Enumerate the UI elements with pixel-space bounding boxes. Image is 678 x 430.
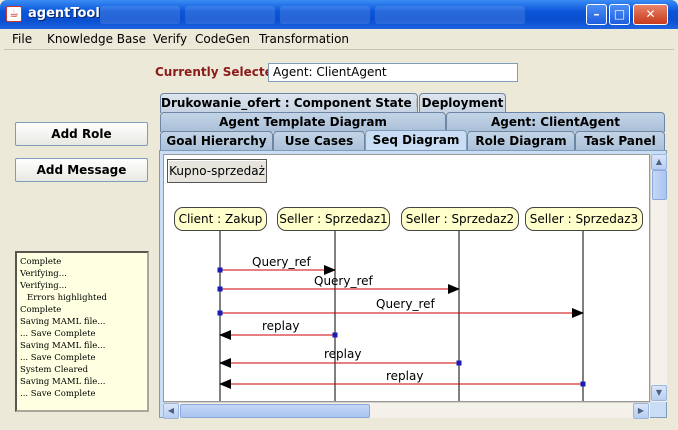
tab-role-diagram[interactable]: Role Diagram [467,131,575,151]
arrow-right-icon[interactable]: ▶ [633,403,649,419]
arrow-left-icon[interactable]: ◀ [163,403,179,419]
message-handle[interactable] [332,332,338,338]
lifeline-seller-sprzedaz3[interactable]: Seller : Sprzedaz3 [525,207,643,231]
log-line: Verifying... [20,269,67,279]
tab-use-cases[interactable]: Use Cases [273,131,365,151]
message-label: Query_ref [252,255,311,269]
message-label: replay [386,369,424,383]
arrow-up-icon[interactable]: ▲ [651,154,667,170]
maximize-icon[interactable]: □ [609,4,630,25]
menu-verify[interactable]: Verify [153,32,187,46]
sequence-diagram-canvas[interactable]: Kupno-sprzedaż Client : Zakup Seller : S… [163,154,650,402]
log-line: Saving MAML file... [20,317,106,327]
message-label: Query_ref [376,297,435,311]
minimize-icon[interactable]: – [586,4,607,25]
log-line: System Cleared [20,365,89,375]
title-bar: ☕ agentTool – □ ✕ [0,0,678,29]
java-cup-icon: ☕ [6,6,22,22]
lifeline-client-zakup[interactable]: Client : Zakup [174,207,267,231]
log-line: ... Save Complete [20,353,96,363]
message-label: replay [262,319,300,333]
log-line: ... Save Complete [20,329,96,339]
log-line: Verifying... [20,281,67,291]
log-line: Complete [20,257,62,267]
menu-transformation[interactable]: Transformation [259,32,349,46]
sequence-diagram [217,231,586,401]
message-label: replay [324,347,362,361]
currently-selected-label: Currently Selected [155,65,282,79]
tab-agent-template-diagram[interactable]: Agent Template Diagram [160,112,446,132]
log-line: ... Save Complete [20,389,96,399]
log-line: Errors highlighted [27,293,107,303]
window-title: agentTool [28,6,100,21]
tab-seq-diagram[interactable]: Seq Diagram [365,130,467,151]
menu-codegen[interactable]: CodeGen [195,32,250,46]
taskbar-ghost [100,6,180,24]
horizontal-scroll-thumb[interactable] [180,404,370,418]
arrow-down-icon[interactable]: ▼ [651,385,667,401]
horizontal-scrollbar[interactable]: ◀ ▶ [163,402,650,419]
tab-agent-clientagent[interactable]: Agent: ClientAgent [446,112,665,132]
lifeline-seller-sprzedaz2[interactable]: Seller : Sprzedaz2 [401,207,519,231]
taskbar-ghost [375,6,525,24]
message-handle[interactable] [217,267,223,273]
message-label: Query_ref [314,274,373,288]
add-message-button[interactable]: Add Message [15,158,148,182]
menu-file[interactable]: File [12,32,32,46]
tab-task-panel[interactable]: Task Panel [575,131,665,151]
status-log: Complete Verifying... Verifying... Error… [15,251,149,412]
message-handle[interactable] [580,381,586,387]
add-role-button[interactable]: Add Role [15,122,148,146]
lifeline-seller-sprzedaz1[interactable]: Seller : Sprzedaz1 [277,207,390,231]
tab-component-state-diag[interactable]: Drukowanie_ofert : Component State Diag [160,93,418,113]
message-handle[interactable] [217,310,223,316]
log-line: Saving MAML file... [20,377,106,387]
message-handle[interactable] [217,286,223,292]
log-line: Complete [20,305,62,315]
menu-knowledge-base[interactable]: Knowledge Base [47,32,146,46]
tab-goal-hierarchy[interactable]: Goal Hierarchy [160,131,273,151]
taskbar-ghost [280,6,370,24]
tab-deployment[interactable]: Deployment [419,93,506,113]
vertical-scroll-thumb[interactable] [652,170,667,200]
currently-selected-field[interactable]: Agent: ClientAgent [268,63,518,82]
message-handle[interactable] [456,360,462,366]
log-line: Saving MAML file... [20,341,106,351]
close-icon[interactable]: ✕ [633,4,668,25]
vertical-scrollbar[interactable]: ▲ ▼ [650,154,667,402]
taskbar-ghost [185,6,275,24]
menu-bar: File Knowledge Base Verify CodeGen Trans… [4,29,674,50]
